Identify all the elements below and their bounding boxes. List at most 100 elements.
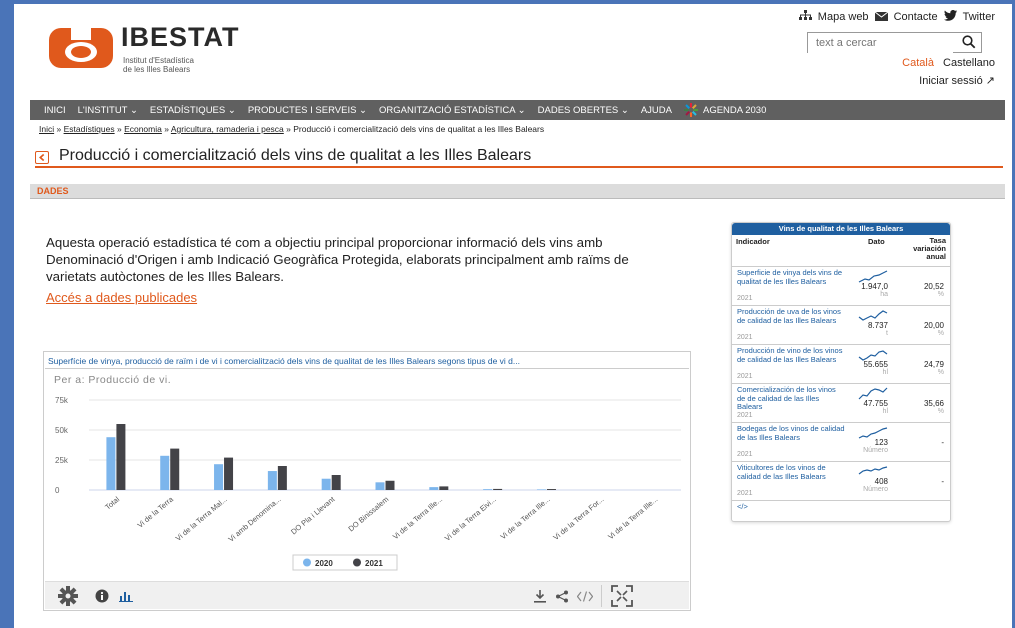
y-tick-label: 25k [55,456,69,465]
bar-2020 [106,437,116,490]
indicator-name[interactable]: Bodegas de los vinos de calidad de las I… [737,424,845,442]
chart-type-icon[interactable] [119,590,133,602]
nav-item-productes[interactable]: PRODUCTES I SERVEIS ⌄ [248,105,367,116]
logo-mark-icon [49,28,113,68]
bar-2020 [214,464,224,490]
settings-gear-icon[interactable] [57,585,79,607]
indicator-rate: 24,79 [923,360,944,369]
indicator-name[interactable]: Viticultores de los vinos de calidad de … [737,463,845,481]
indicator-unit: hl [882,369,888,376]
toolbar-divider [601,585,602,607]
page-title: Producció i comercialització dels vins d… [59,147,532,164]
main-nav: INICI L'INSTITUT ⌄ ESTADÍSTIQUES ⌄ PRODU… [30,100,1005,120]
nav-item-institut[interactable]: L'INSTITUT ⌄ [78,105,138,116]
search-icon[interactable] [962,35,976,49]
embed-icon[interactable] [577,591,593,602]
indicator-row[interactable]: Comercialización de los vinos de de cali… [732,384,950,423]
search-input[interactable] [808,33,953,53]
nav-item-agenda[interactable]: AGENDA 2030 [684,103,766,117]
login-link[interactable]: Iniciar sessió ↗ [919,74,995,87]
share-icon[interactable] [555,590,569,603]
x-tick-label: Vi de la Terra [136,494,176,530]
bar-2021 [439,486,449,490]
indicator-year: 2021 [737,412,753,419]
access-data-link[interactable]: Accés a dades publicades [46,290,197,305]
bar-2021 [170,448,180,490]
legend-marker-2020 [303,558,311,567]
download-icon[interactable] [533,590,547,603]
bar-2021 [224,457,234,490]
indicator-unit: ha [880,291,888,298]
nav-item-organitzacio[interactable]: ORGANITZACIÓ ESTADÍSTICA ⌄ [379,105,526,116]
nav-item-estadistiques[interactable]: ESTADÍSTIQUES ⌄ [150,105,236,116]
intro-text: Aquesta operació estadística té com a ob… [46,235,629,284]
bar-2020 [483,489,493,490]
indicator-rate: 20,52 [923,282,944,291]
col-indicator: Indicador [736,237,770,246]
bar-2020 [321,478,331,490]
x-tick-label: DO Binissalem [346,495,390,534]
x-tick-label: Vi de la Terra Eivi... [443,495,498,543]
indicator-name[interactable]: Comercialización de los vinos de de cali… [737,385,845,412]
embed-code-link[interactable]: </> [737,502,748,511]
title-row: Producció i comercialització dels vins d… [35,147,1003,168]
indicator-year: 2021 [737,334,753,341]
bar-2020 [429,487,439,490]
nav-item-dades-obertes[interactable]: DADES OBERTES ⌄ [538,105,629,116]
bar-2021 [385,480,395,490]
bar-2020 [267,471,277,490]
breadcrumb-estadistiques[interactable]: Estadístiques [64,124,115,134]
breadcrumb-economia[interactable]: Economia [124,124,162,134]
indicator-value: 55.655 [863,360,888,369]
info-icon[interactable] [95,589,109,603]
indicator-year: 2021 [737,451,753,458]
indicator-name[interactable]: Producción de uva de los vinos de calida… [737,307,845,325]
indicator-name[interactable]: Producción de vino de los vinos de calid… [737,346,845,364]
sitemap-link[interactable]: Mapa web [818,11,869,23]
top-links: Mapa web Contacte Twitter [798,10,995,24]
nav-item-ajuda[interactable]: AJUDA [641,105,672,116]
bar-2020 [160,455,170,490]
indicators-list: Superficie de vinya dels vins de qualita… [732,267,950,501]
bar-2021 [546,489,556,490]
window-frame-left [0,0,14,628]
x-tick-label: Vi de la Terra For... [551,495,605,542]
contact-link[interactable]: Contacte [894,11,938,23]
indicator-rate-unit: % [937,291,944,298]
indicators-panel: Vins de qualitat de les Illes Balears In… [731,222,951,522]
page: IBESTAT Institut d'Estadística de les Il… [30,4,1005,628]
chart-title[interactable]: Superfície de vinya, producció de raïm i… [48,356,520,366]
nav-item-inici[interactable]: INICI [44,105,66,116]
indicator-unit: Número [863,447,888,454]
indicator-rate: - [941,438,944,447]
y-tick-label: 50k [55,426,69,435]
ibestat-logo[interactable]: IBESTAT Institut d'Estadística de les Il… [49,18,289,78]
chart-toolbar [45,581,689,609]
bar-2021 [116,424,126,490]
indicator-name[interactable]: Superficie de vinya dels vins de qualita… [737,268,845,286]
indicator-row[interactable]: Bodegas de los vinos de calidad de las I… [732,423,950,462]
indicator-row[interactable]: Viticultores de los vinos de calidad de … [732,462,950,501]
fullscreen-icon[interactable] [611,585,633,607]
language-switcher: Català Castellano [902,57,995,69]
breadcrumb-agricultura[interactable]: Agricultura, ramaderia i pesca [171,124,284,134]
indicator-value: 47.755 [863,399,888,408]
legend-label: 2021 [365,559,383,568]
col-value: Dato [868,237,885,246]
breadcrumb-current: Producció i comercialització dels vins d… [293,124,545,134]
lang-castellano[interactable]: Castellano [943,57,995,69]
bar-2021 [493,488,503,490]
x-tick-label: Vi amb Denomina... [227,495,283,544]
indicator-year: 2021 [737,490,753,497]
indicator-row[interactable]: Producción de uva de los vinos de calida… [732,306,950,345]
x-tick-label: Vi de la Terra Ille... [606,495,659,542]
section-bar: DADES [30,184,1005,199]
indicator-rate-unit: % [937,330,944,337]
twitter-link[interactable]: Twitter [963,11,995,23]
indicator-row[interactable]: Producción de vino de los vinos de calid… [732,345,950,384]
lang-catala[interactable]: Català [902,57,934,69]
indicators-header: Indicador Dato Tasa variación anual [732,235,950,267]
logo-subtitle: Institut d'Estadística [123,56,194,65]
breadcrumb-inici[interactable]: Inici [39,124,54,134]
indicator-row[interactable]: Superficie de vinya dels vins de qualita… [732,267,950,306]
